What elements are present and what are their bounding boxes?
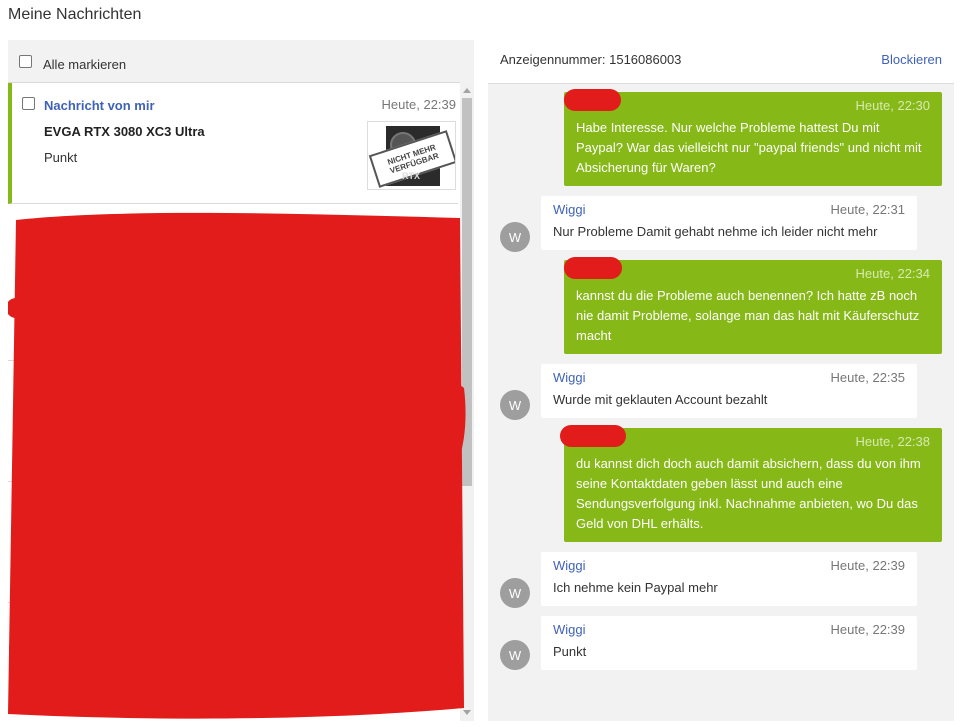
message-time: Heute, 22:35 (830, 370, 905, 385)
message-text: du kannst dich doch auch damit absichern… (576, 456, 921, 531)
chat-panel: Anzeigennummer: 1516086003 Blockieren He… (488, 40, 954, 721)
list-item[interactable]: Nachricht von mir Heute, 22:39 EVGA RTX … (8, 83, 458, 204)
chat-message-incoming: Wiggi Heute, 22:39 Ich nehme kein Paypal… (541, 552, 917, 606)
block-button[interactable]: Blockieren (881, 52, 942, 67)
avatar: W (500, 222, 530, 252)
redaction-scribble (8, 212, 466, 719)
chat-message-incoming: Wiggi Heute, 22:39 Punkt (541, 616, 917, 670)
rtx-badge: RTX (402, 171, 420, 181)
chat-message-incoming: Wiggi Heute, 22:31 Nur Probleme Damit ge… (541, 196, 917, 250)
message-sender: Wiggi (553, 202, 586, 217)
message-preview: Punkt (44, 150, 78, 165)
message-time: Heute, 22:39 (830, 622, 905, 637)
message-time: Heute, 22:39 (381, 97, 456, 112)
message-text: Nur Probleme Damit gehabt nehme ich leid… (553, 224, 878, 239)
avatar: W (500, 578, 530, 608)
select-all-row[interactable]: Alle markieren (8, 40, 474, 82)
redacted-sender (564, 89, 621, 111)
select-all-checkbox[interactable] (19, 54, 32, 68)
message-text: Ich nehme kein Paypal mehr (553, 580, 718, 595)
chat-message-outgoing: Heute, 22:30 Habe Interesse. Nur welche … (564, 89, 942, 186)
message-sender: Wiggi (553, 558, 586, 573)
chat-message-outgoing: Heute, 22:34 kannst du die Probleme auch… (564, 257, 942, 354)
listing-thumbnail: NICHT MEHR VERFÜGBAR RTX (367, 121, 456, 190)
chat-message-outgoing: Heute, 22:38 du kannst dich doch auch da… (560, 425, 942, 542)
message-sender: Wiggi (553, 370, 586, 385)
message-time: Heute, 22:38 (855, 434, 930, 449)
message-text: Punkt (553, 644, 587, 659)
message-sender: Wiggi (553, 622, 586, 637)
chat-header: Anzeigennummer: 1516086003 Blockieren (488, 40, 954, 84)
message-time: Heute, 22:31 (830, 202, 905, 217)
avatar: W (500, 390, 530, 420)
message-time: Heute, 22:34 (855, 266, 930, 281)
message-text: Habe Interesse. Nur welche Probleme hatt… (576, 120, 922, 175)
ad-number: Anzeigennummer: 1516086003 (500, 52, 682, 67)
message-text: Wurde mit geklauten Account bezahlt (553, 392, 768, 407)
conversation-list-panel: Alle markieren Nachricht von mir Heute, … (8, 40, 474, 721)
scroll-up-arrow-icon[interactable] (463, 88, 471, 93)
message-time: Heute, 22:30 (855, 98, 930, 113)
page-title: Meine Nachrichten (8, 6, 142, 23)
message-text: kannst du die Probleme auch benennen? Ic… (576, 288, 920, 343)
chat-message-incoming: Wiggi Heute, 22:35 Wurde mit geklauten A… (541, 364, 917, 418)
message-sender: Nachricht von mir (44, 98, 155, 113)
message-title: EVGA RTX 3080 XC3 Ultra (44, 124, 205, 139)
select-all-label: Alle markieren (43, 56, 127, 72)
message-time: Heute, 22:39 (830, 558, 905, 573)
redacted-sender (560, 425, 626, 447)
redacted-sender (564, 257, 622, 279)
message-checkbox[interactable] (22, 97, 35, 110)
avatar: W (500, 640, 530, 670)
